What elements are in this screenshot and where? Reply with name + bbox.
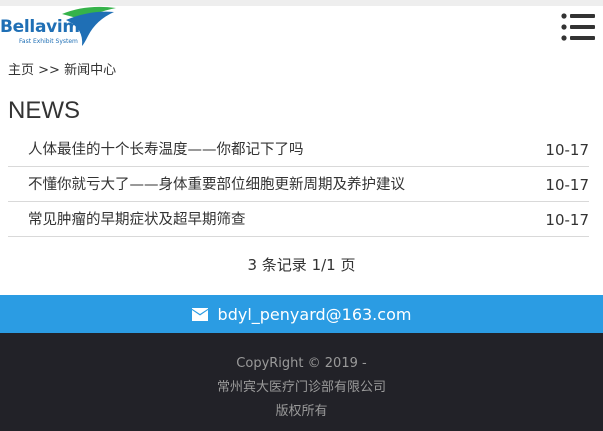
logo-subtitle: Fast Exhibit System — [19, 38, 78, 45]
news-date: 10-17 — [545, 211, 589, 229]
news-list-item[interactable]: 人体最佳的十个长寿温度——你都记下了吗 10-17 — [8, 132, 589, 167]
envelope-icon — [191, 307, 208, 321]
footer-company: 常州宾大医疗门诊部有限公司 — [216, 380, 386, 395]
pagination-info: 3 条记录 1/1 页 — [247, 256, 356, 274]
site-logo[interactable]: Bellavim Fast Exhibit System — [0, 6, 120, 50]
page-title: NEWS — [8, 97, 80, 124]
breadcrumb-home[interactable]: 主页 — [8, 63, 34, 78]
news-list-item[interactable]: 常见肿瘤的早期症状及超早期筛查 10-17 — [8, 202, 589, 237]
menu-button[interactable] — [561, 13, 595, 43]
breadcrumb-current[interactable]: 新闻中心 — [64, 63, 116, 78]
footer-rights: 版权所有 — [275, 404, 328, 419]
news-title-link[interactable]: 不懂你就亏大了——身体重要部位细胞更新周期及养护建议 — [28, 175, 405, 195]
logo-text: Bellavim — [0, 17, 80, 37]
news-title-link[interactable]: 人体最佳的十个长寿温度——你都记下了吗 — [28, 140, 304, 160]
breadcrumb: 主页 >> 新闻中心 — [8, 62, 116, 80]
news-list: 人体最佳的十个长寿温度——你都记下了吗 10-17 不懂你就亏大了——身体重要部… — [8, 132, 589, 237]
news-list-item[interactable]: 不懂你就亏大了——身体重要部位细胞更新周期及养护建议 10-17 — [8, 167, 589, 202]
news-date: 10-17 — [545, 141, 589, 159]
footer-copyright: CopyRight © 2019 - — [236, 356, 367, 371]
contact-email-bar[interactable]: bdyl_penyard@163.com — [0, 295, 603, 333]
news-title-link[interactable]: 常见肿瘤的早期症状及超早期筛查 — [28, 210, 246, 230]
news-date: 10-17 — [545, 176, 589, 194]
footer: CopyRight © 2019 - 常州宾大医疗门诊部有限公司 版权所有 — [0, 333, 603, 431]
hamburger-icon — [561, 13, 595, 41]
contact-email[interactable]: bdyl_penyard@163.com — [218, 305, 412, 324]
breadcrumb-separator: >> — [38, 63, 60, 78]
